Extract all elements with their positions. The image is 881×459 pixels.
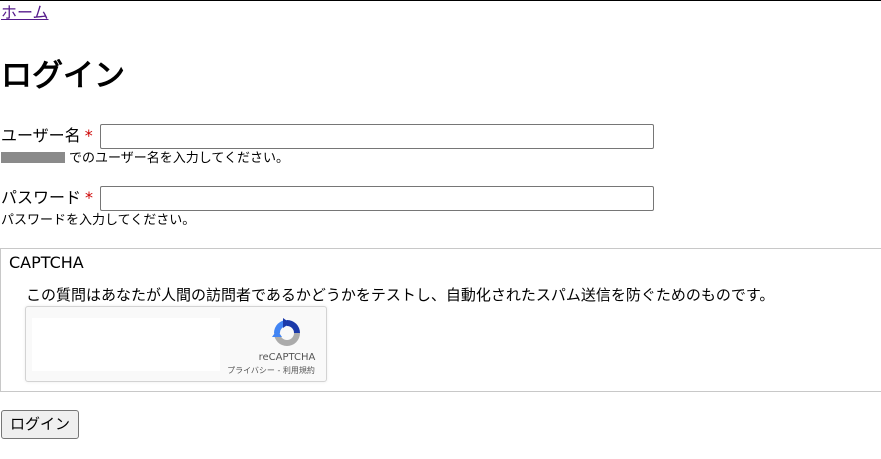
recaptcha-brand-text: reCAPTCHA [258, 352, 316, 363]
home-link[interactable]: ホーム [1, 3, 49, 23]
recaptcha-checkbox-area[interactable] [32, 318, 220, 371]
recaptcha-privacy-terms-links[interactable]: プライバシー - 利用規約 [221, 366, 321, 376]
password-help: パスワードを入力してください。 [1, 213, 196, 228]
username-help: でのユーザー名を入力してください。 [1, 151, 289, 167]
top-divider [0, 0, 881, 1]
username-label-text: ユーザー名 [1, 126, 81, 145]
captcha-legend: CAPTCHA [9, 253, 84, 272]
required-mark: * [84, 126, 93, 145]
captcha-description: この質問はあなたが人間の訪問者であるかどうかをテストし、自動化されたスパム送信を… [26, 286, 775, 304]
password-label-text: パスワード [1, 188, 82, 207]
recaptcha-logo-icon [272, 318, 300, 346]
required-mark: * [85, 188, 94, 207]
password-input[interactable] [100, 186, 654, 211]
username-label: ユーザー名 * [1, 126, 93, 146]
password-label: パスワード * [1, 188, 93, 208]
page-title: ログイン [1, 58, 125, 94]
username-input[interactable] [100, 124, 654, 149]
username-help-text: でのユーザー名を入力してください。 [69, 151, 289, 166]
redacted-site-name [1, 152, 65, 163]
login-button[interactable]: ログイン [1, 410, 80, 439]
